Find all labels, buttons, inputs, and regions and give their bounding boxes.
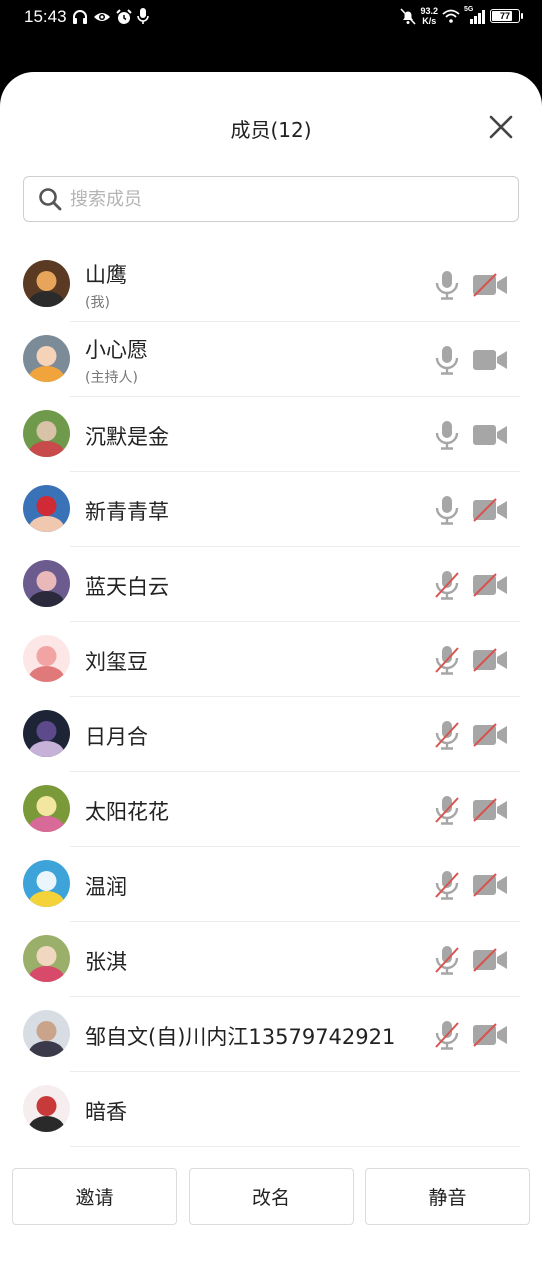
status-bar: 15:43 93.2 K/s 5G 77 xyxy=(0,0,542,36)
network-speed: 93.2 K/s xyxy=(420,6,438,26)
member-row[interactable]: 刘玺豆 xyxy=(0,622,542,697)
avatar xyxy=(23,785,70,832)
microphone-off-icon[interactable] xyxy=(434,645,460,675)
status-icons-left xyxy=(72,8,149,25)
microphone-off-icon[interactable] xyxy=(434,945,460,975)
battery-level: 77 xyxy=(499,11,510,21)
member-name: 沉默是金 xyxy=(85,425,169,449)
camera-off-icon[interactable] xyxy=(472,948,508,972)
search-box[interactable] xyxy=(23,176,519,222)
microphone-off-icon[interactable] xyxy=(434,570,460,600)
member-name: 蓝天白云 xyxy=(85,575,169,599)
microphone-off-icon[interactable] xyxy=(434,720,460,750)
sheet-title: 成员(12) xyxy=(230,118,312,142)
search-icon xyxy=(39,188,62,211)
avatar xyxy=(23,335,70,382)
avatar xyxy=(23,560,70,607)
microphone-status-icon xyxy=(137,8,149,24)
member-list: 山鹰 (我) 小心愿 (主持人) 沉默是金新青青草蓝天白云刘玺豆日月合太阳花花温润张淇邹… xyxy=(0,247,542,1147)
avatar xyxy=(23,860,70,907)
microphone-on-icon[interactable] xyxy=(434,270,460,300)
search-input[interactable] xyxy=(70,188,490,210)
member-name: 太阳花花 xyxy=(85,800,169,824)
camera-off-icon[interactable] xyxy=(472,798,508,822)
microphone-off-icon[interactable] xyxy=(434,870,460,900)
member-name: 暗香 xyxy=(85,1100,127,1124)
action-buttons: 邀请 改名 静音 xyxy=(12,1168,530,1225)
member-row[interactable]: 邹自文(自)川内江13579742921 xyxy=(0,997,542,1072)
status-icons-right: 93.2 K/s 5G 77 xyxy=(400,6,523,26)
member-row[interactable]: 太阳花花 xyxy=(0,772,542,847)
microphone-off-icon[interactable] xyxy=(434,1020,460,1050)
member-row[interactable]: 蓝天白云 xyxy=(0,547,542,622)
camera-off-icon[interactable] xyxy=(472,573,508,597)
member-name: 新青青草 xyxy=(85,500,169,524)
member-row[interactable]: 暗香 xyxy=(0,1072,542,1147)
avatar xyxy=(23,1010,70,1057)
camera-off-icon[interactable] xyxy=(472,873,508,897)
member-name: 日月合 xyxy=(85,725,148,749)
member-row[interactable]: 小心愿 (主持人) xyxy=(0,322,542,397)
member-name: 温润 xyxy=(85,875,127,899)
rename-button[interactable]: 改名 xyxy=(188,1168,354,1225)
member-name: 小心愿 xyxy=(85,338,148,362)
camera-on-icon[interactable] xyxy=(472,423,508,447)
avatar xyxy=(23,260,70,307)
alarm-icon xyxy=(116,8,132,24)
member-row[interactable]: 温润 xyxy=(0,847,542,922)
member-name: 刘玺豆 xyxy=(85,650,148,674)
member-name: 山鹰 xyxy=(85,263,127,287)
camera-off-icon[interactable] xyxy=(472,273,508,297)
wifi-icon xyxy=(442,9,460,23)
network-type-label: 5G xyxy=(464,6,474,13)
member-role: (主持人) xyxy=(85,370,138,386)
camera-off-icon[interactable] xyxy=(472,1023,508,1047)
close-icon[interactable] xyxy=(488,114,514,140)
microphone-on-icon[interactable] xyxy=(434,345,460,375)
headphones-icon xyxy=(73,9,87,24)
avatar xyxy=(23,635,70,682)
microphone-on-icon[interactable] xyxy=(434,495,460,525)
avatar xyxy=(23,410,70,457)
members-sheet: 成员(12) 山鹰 (我) 小心愿 (主持人) 沉默是金新青青草蓝天白云刘玺豆日月合太阳… xyxy=(0,72,542,1280)
member-name: 张淇 xyxy=(85,950,127,974)
cellular-signal: 5G xyxy=(464,6,486,24)
microphone-off-icon[interactable] xyxy=(434,795,460,825)
member-row[interactable]: 新青青草 xyxy=(0,472,542,547)
microphone-on-icon[interactable] xyxy=(434,420,460,450)
member-row[interactable]: 日月合 xyxy=(0,697,542,772)
avatar xyxy=(23,1085,70,1132)
avatar xyxy=(23,710,70,757)
row-divider xyxy=(70,1146,520,1147)
camera-off-icon[interactable] xyxy=(472,723,508,747)
avatar xyxy=(23,485,70,532)
camera-on-icon[interactable] xyxy=(472,348,508,372)
eye-icon xyxy=(94,12,110,21)
invite-button[interactable]: 邀请 xyxy=(12,1168,177,1225)
member-row[interactable]: 张淇 xyxy=(0,922,542,997)
status-time: 15:43 xyxy=(24,7,67,26)
network-speed-value: 93.2 xyxy=(420,6,438,16)
member-role: (我) xyxy=(85,295,110,311)
member-name: 邹自文(自)川内江13579742921 xyxy=(85,1025,396,1049)
network-speed-unit: K/s xyxy=(422,16,437,26)
camera-off-icon[interactable] xyxy=(472,498,508,522)
battery-icon: 77 xyxy=(490,9,523,23)
member-row[interactable]: 沉默是金 xyxy=(0,397,542,472)
camera-off-icon[interactable] xyxy=(472,648,508,672)
mute-bell-icon xyxy=(400,7,417,25)
mute-all-button[interactable]: 静音 xyxy=(365,1168,530,1225)
avatar xyxy=(23,935,70,982)
member-row[interactable]: 山鹰 (我) xyxy=(0,247,542,322)
